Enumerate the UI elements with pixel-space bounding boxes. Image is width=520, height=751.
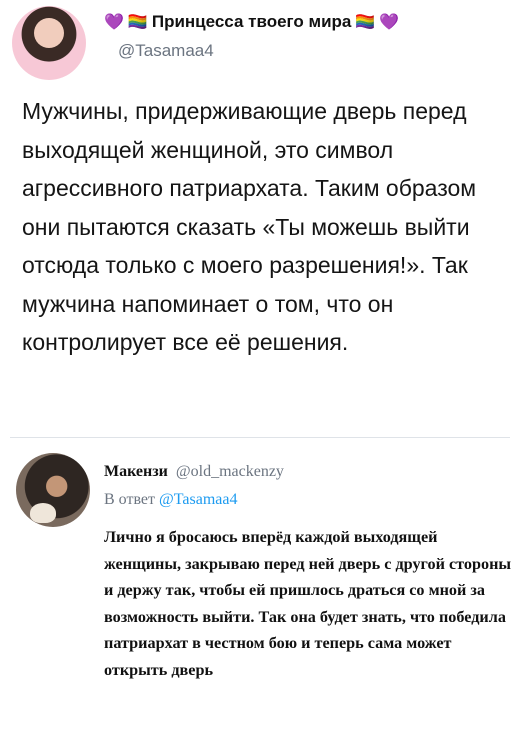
tweet-handle[interactable]: @Tasamaa4 bbox=[118, 41, 214, 61]
rainbow-flag-icon: 🏳️‍🌈 bbox=[127, 14, 148, 31]
divider bbox=[10, 437, 510, 438]
rainbow-flag-icon: 🏳️‍🌈 bbox=[355, 14, 376, 31]
reply-author-row: Макензи @old_mackenzy bbox=[104, 463, 284, 481]
reply-to-line: В ответ @Tasamaa4 bbox=[104, 491, 237, 509]
reply-text: Лично я бросаюсь вперёд каждой выходящей… bbox=[104, 528, 512, 679]
purple-heart-icon: 💜 bbox=[379, 14, 400, 31]
tweet-author-row: 💜 🏳️‍🌈 Принцесса твоего мира 🏳️‍🌈 💜 bbox=[104, 12, 399, 32]
reply-to-prefix: В ответ bbox=[104, 491, 156, 508]
tweet-author-name[interactable]: Принцесса твоего мира bbox=[152, 12, 352, 32]
purple-heart-icon: 💜 bbox=[104, 14, 124, 31]
avatar[interactable] bbox=[12, 6, 86, 80]
tweet-text: Мужчины, придерживающие дверь перед выхо… bbox=[22, 98, 477, 355]
reply-handle[interactable]: @old_mackenzy bbox=[176, 463, 284, 480]
reply-to-link[interactable]: @Tasamaa4 bbox=[159, 491, 237, 508]
reply-author-name[interactable]: Макензи bbox=[104, 463, 168, 480]
reply-avatar[interactable] bbox=[16, 453, 90, 527]
